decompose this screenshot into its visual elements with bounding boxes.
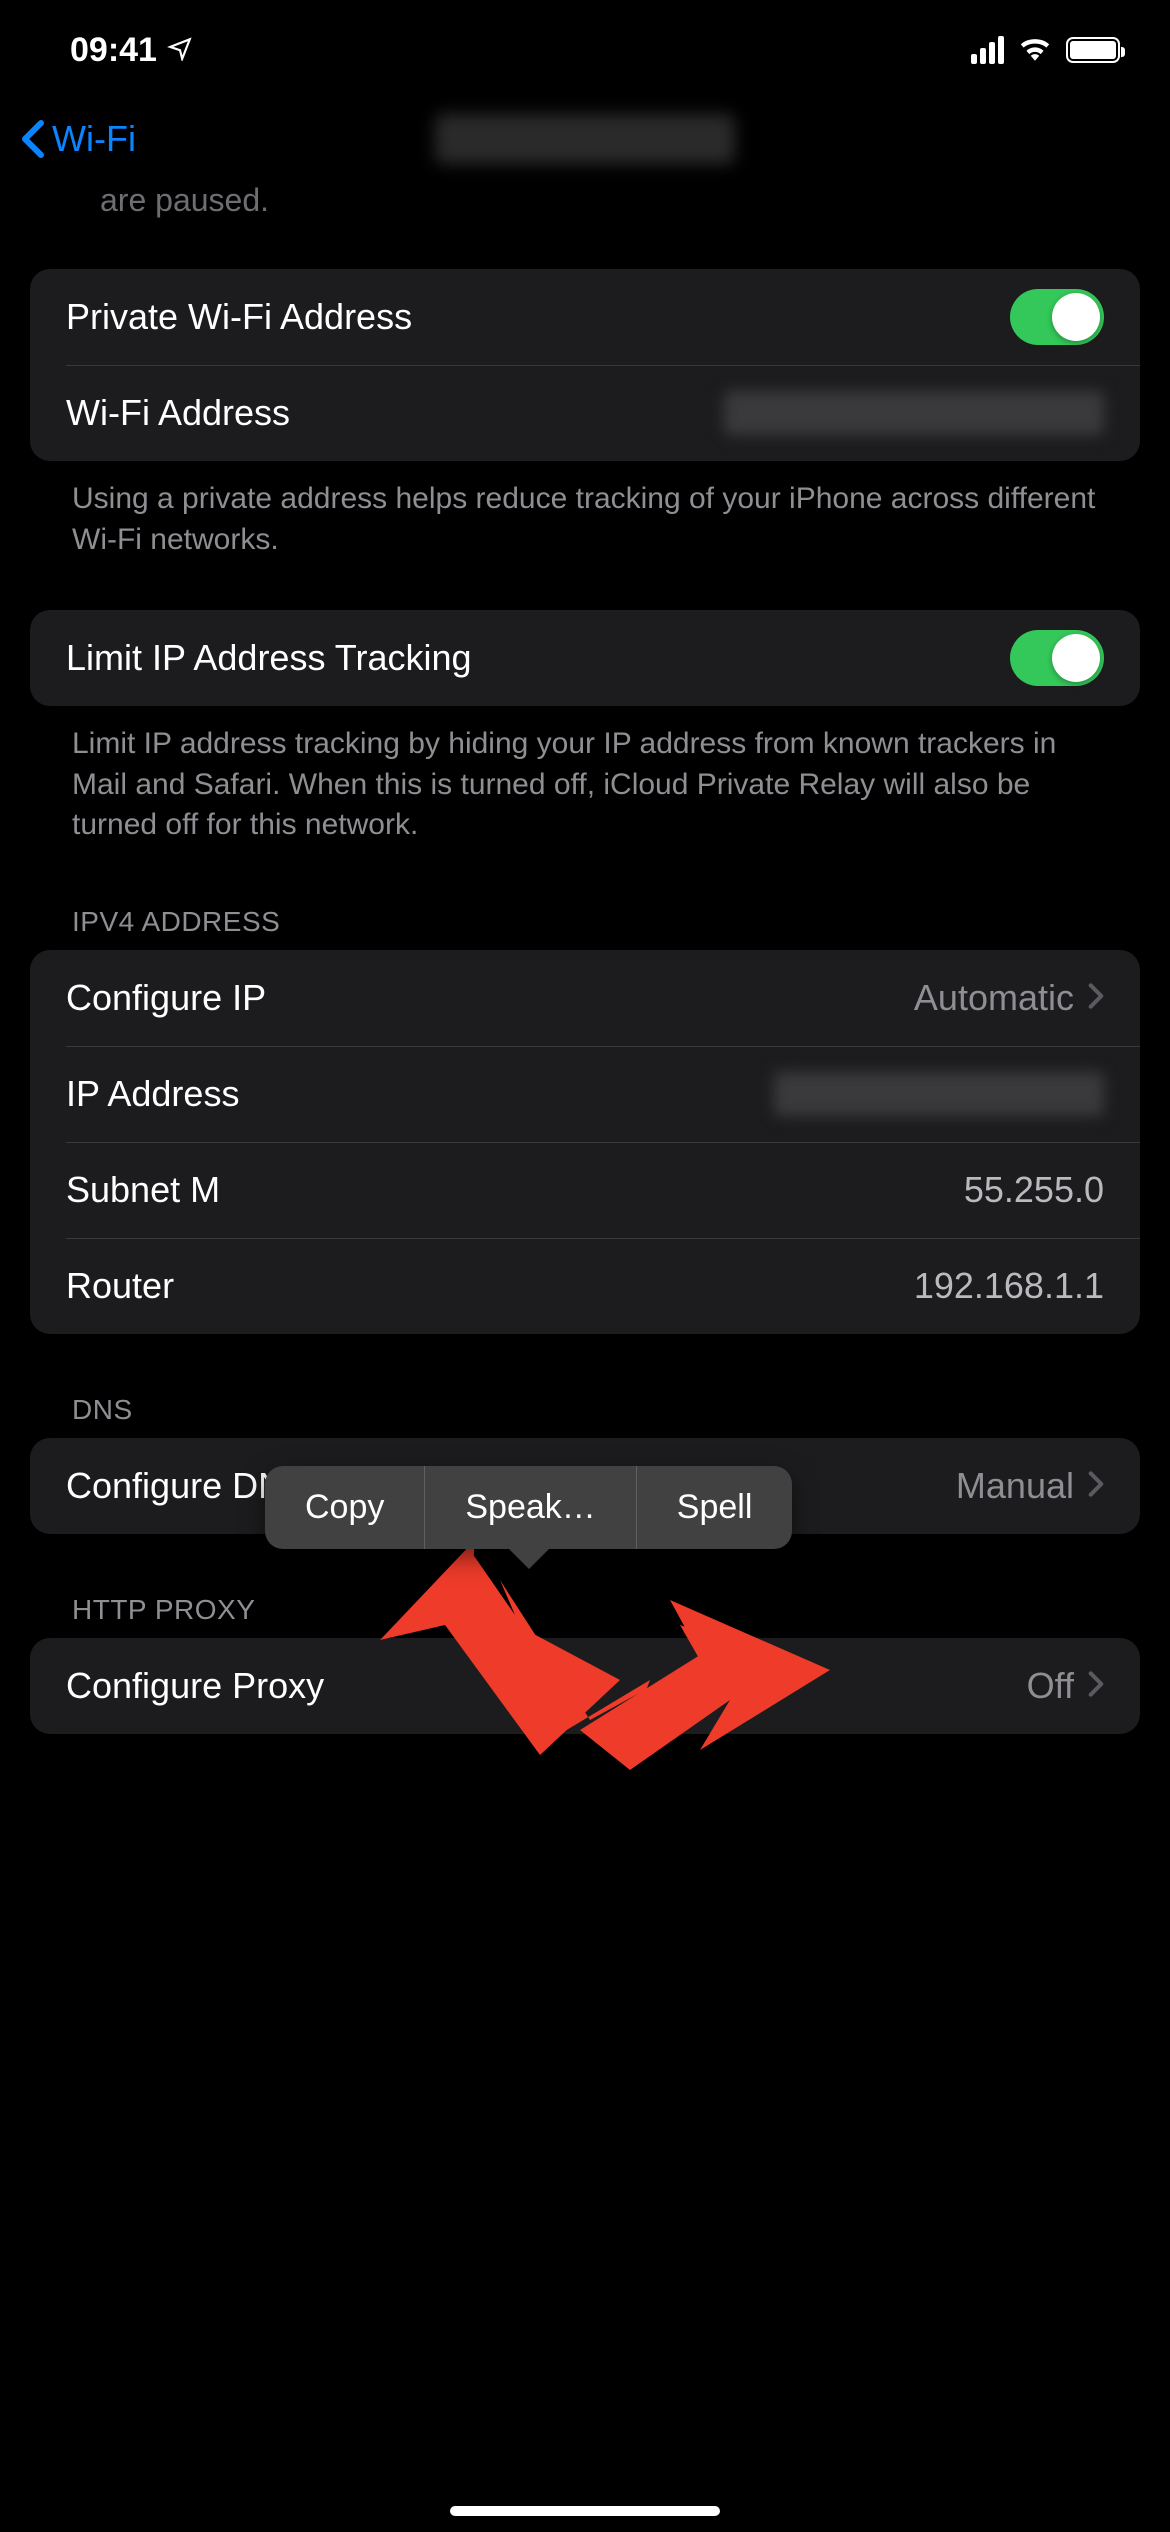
home-indicator[interactable] — [450, 2506, 720, 2516]
ip-address-label: IP Address — [66, 1073, 239, 1115]
status-right — [971, 31, 1120, 70]
popover-arrow-icon — [509, 1549, 549, 1569]
configure-dns-value-text: Manual — [956, 1465, 1074, 1507]
proxy-header: HTTP PROXY — [30, 1534, 1140, 1638]
wifi-address-label: Wi-Fi Address — [66, 392, 290, 434]
row-router[interactable]: Router 192.168.1.1 — [30, 1238, 1140, 1334]
dns-header: DNS — [30, 1334, 1140, 1438]
router-label: Router — [66, 1265, 174, 1307]
configure-dns-value: Manual — [956, 1465, 1104, 1507]
back-button[interactable]: Wi-Fi — [20, 118, 136, 160]
status-bar: 09:41 — [0, 0, 1170, 100]
router-value: 192.168.1.1 — [914, 1265, 1104, 1307]
row-subnet-mask[interactable]: Subnet MaskSubnet M 55.255.0 — [30, 1142, 1140, 1238]
ip-address-value-redacted — [774, 1072, 1104, 1116]
row-configure-ip[interactable]: Configure IP Automatic — [30, 950, 1140, 1046]
row-wifi-address[interactable]: Wi-Fi Address — [30, 365, 1140, 461]
group-proxy: Configure Proxy Off — [30, 1638, 1140, 1734]
configure-ip-label: Configure IP — [66, 977, 266, 1019]
chevron-left-icon — [20, 119, 46, 159]
configure-proxy-label: Configure Proxy — [66, 1665, 324, 1707]
context-menu: Copy Speak… Spell — [265, 1466, 792, 1549]
subnet-value: 55.255.0 — [964, 1169, 1104, 1211]
chevron-right-icon — [1088, 1665, 1104, 1707]
location-icon — [167, 31, 193, 70]
row-private-wifi-address[interactable]: Private Wi-Fi Address — [30, 269, 1140, 365]
back-label: Wi-Fi — [52, 118, 136, 160]
wifi-icon — [1018, 31, 1052, 70]
row-ip-address[interactable]: IP Address — [30, 1046, 1140, 1142]
ipv4-header: IPV4 ADDRESS — [30, 846, 1140, 950]
wifi-address-value-redacted — [724, 391, 1104, 435]
nav-bar: Wi-Fi — [0, 100, 1170, 188]
battery-icon — [1066, 37, 1120, 63]
configure-proxy-value: Off — [1027, 1665, 1104, 1707]
row-limit-ip-tracking[interactable]: Limit IP Address Tracking — [30, 610, 1140, 706]
limit-tracking-toggle[interactable] — [1010, 630, 1104, 686]
context-menu-copy[interactable]: Copy — [265, 1466, 424, 1549]
chevron-right-icon — [1088, 1465, 1104, 1507]
configure-proxy-value-text: Off — [1027, 1665, 1074, 1707]
chevron-right-icon — [1088, 977, 1104, 1019]
group-limit-tracking: Limit IP Address Tracking — [30, 610, 1140, 706]
row-configure-proxy[interactable]: Configure Proxy Off — [30, 1638, 1140, 1734]
configure-ip-value: Automatic — [914, 977, 1104, 1019]
context-menu-spell[interactable]: Spell — [636, 1466, 793, 1549]
cellular-icon — [971, 36, 1004, 64]
truncated-footer-text: are paused. — [0, 182, 1170, 229]
private-wifi-label: Private Wi-Fi Address — [66, 296, 412, 338]
status-left: 09:41 — [70, 31, 193, 70]
configure-ip-value-text: Automatic — [914, 977, 1074, 1019]
subnet-label: Subnet MaskSubnet M — [66, 1169, 220, 1211]
nav-title-redacted — [435, 114, 735, 164]
context-menu-speak[interactable]: Speak… — [424, 1466, 635, 1549]
limit-tracking-footer: Limit IP address tracking by hiding your… — [30, 706, 1140, 846]
private-wifi-toggle[interactable] — [1010, 289, 1104, 345]
private-wifi-footer: Using a private address helps reduce tra… — [30, 461, 1140, 560]
status-time: 09:41 — [70, 31, 157, 70]
limit-tracking-label: Limit IP Address Tracking — [66, 637, 472, 679]
group-ipv4: Configure IP Automatic IP Address Subnet… — [30, 950, 1140, 1334]
group-private-wifi: Private Wi-Fi Address Wi-Fi Address — [30, 269, 1140, 461]
